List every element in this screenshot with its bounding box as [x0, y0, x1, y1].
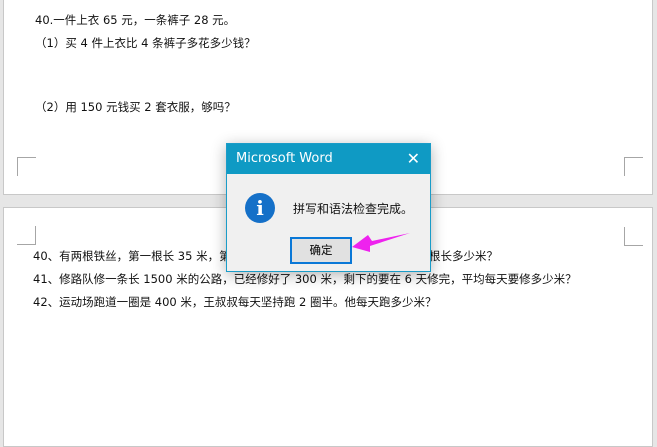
dialog-title-bar[interactable]: Microsoft Word ✕ — [227, 144, 430, 174]
info-icon: i — [245, 193, 275, 223]
pointer-arrow-icon — [352, 233, 410, 252]
question-line: 根长多少米？ — [429, 249, 498, 263]
question-line: （2）用 150 元钱买 2 套衣服，够吗？ — [35, 100, 236, 114]
question-line: （1）买 4 件上衣比 4 条裤子多花多少钱？ — [35, 36, 256, 50]
corner-mark — [624, 227, 643, 246]
corner-mark — [17, 226, 36, 245]
corner-mark — [624, 157, 643, 176]
question-line: 42、运动场跑道一圈是 400 米，王叔叔每天坚持跑 2 圈半。他每天跑多少米？ — [33, 295, 437, 309]
question-line: 40.一件上衣 65 元，一条裤子 28 元。 — [35, 13, 236, 27]
question-line: 40、有两根铁丝，第一根长 35 米，第 — [33, 249, 231, 263]
dialog-message: 拼写和语法检查完成。 — [293, 202, 414, 216]
close-icon[interactable]: ✕ — [407, 144, 420, 174]
corner-mark — [17, 157, 36, 176]
question-line: 41、修路队修一条长 1500 米的公路，已经修好了 300 米，剩下的要在 6… — [33, 272, 577, 286]
ok-button[interactable]: 确定 — [290, 237, 352, 264]
dialog-title: Microsoft Word — [236, 151, 333, 166]
